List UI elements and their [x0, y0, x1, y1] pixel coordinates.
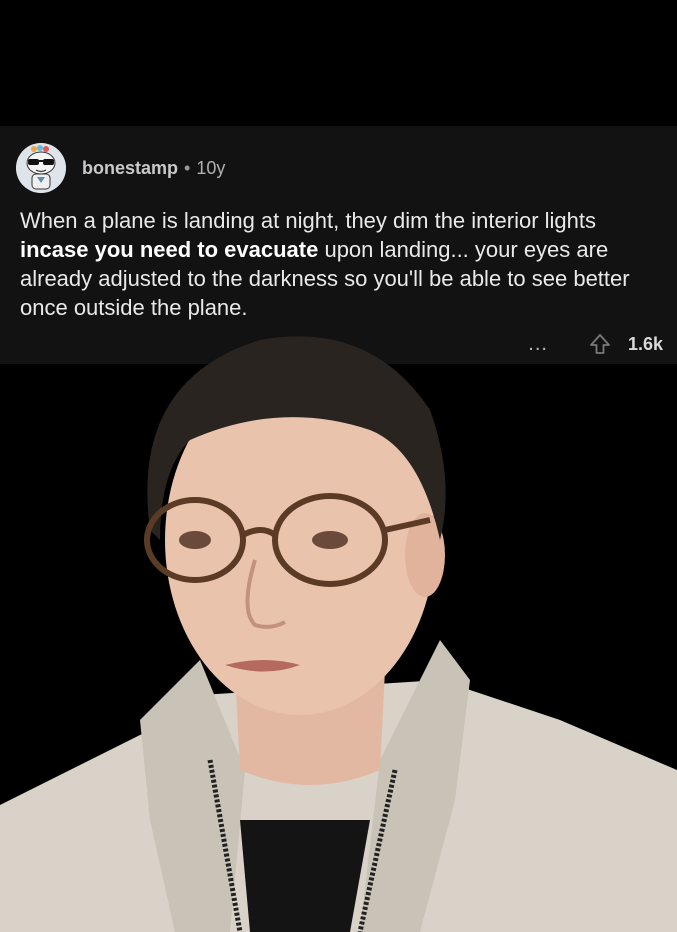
presenter-video-frame	[0, 336, 677, 932]
username-link[interactable]: bonestamp	[82, 158, 178, 179]
snoo-avatar-icon	[16, 143, 66, 193]
comment-body-bold: incase you need to evacuate	[20, 237, 319, 262]
avatar[interactable]	[16, 143, 66, 193]
shirt	[240, 820, 370, 932]
comment-header: bonestamp • 10y	[16, 138, 225, 198]
comment-meta: bonestamp • 10y	[82, 158, 225, 179]
comment-body-start: When a plane is landing at night, they d…	[20, 208, 596, 233]
meta-separator: •	[184, 157, 191, 178]
comment-age: 10y	[196, 157, 226, 178]
